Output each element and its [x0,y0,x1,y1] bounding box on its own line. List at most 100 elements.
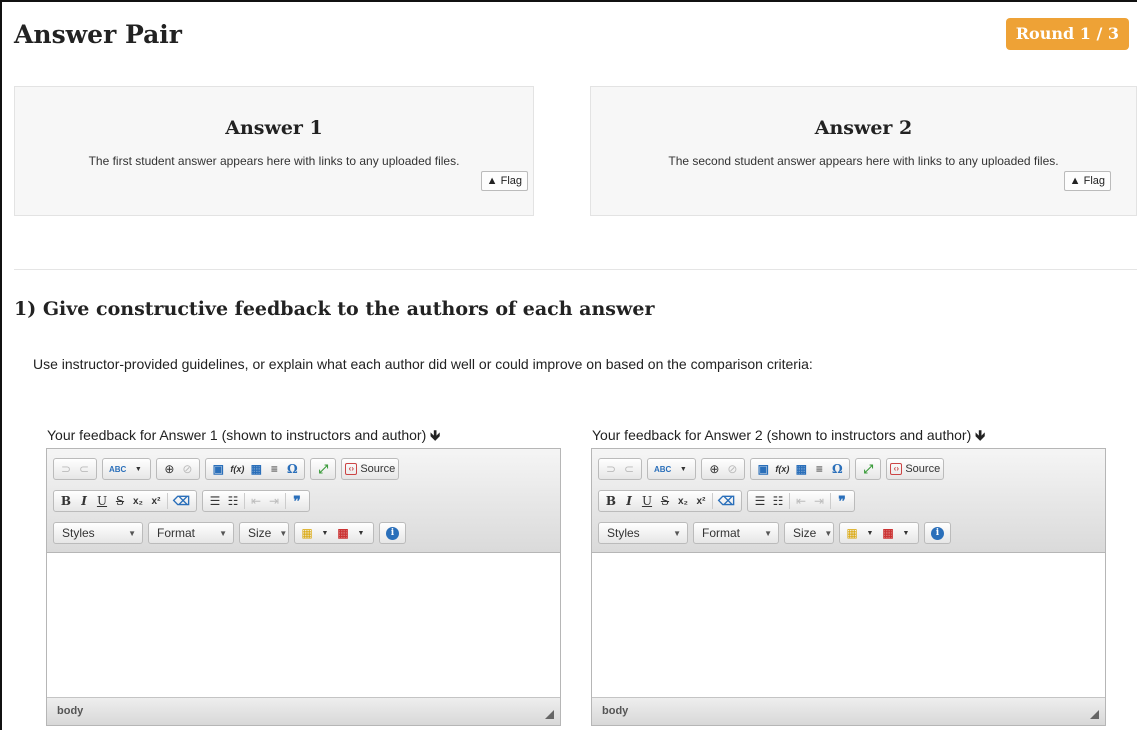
bold-button[interactable]: B [602,491,620,511]
format-label: Format [702,526,741,540]
toolbar-row-3: Styles ▼ Format ▼ Size ▼ ▦ ▼ ▦ ▼ i [53,521,411,545]
flag-answer-2-button[interactable]: ▲ Flag [1063,171,1111,191]
resize-handle-icon[interactable] [1090,710,1099,719]
toolbar-separator [712,493,713,509]
superscript-button[interactable]: x² [692,491,710,511]
blockquote-icon[interactable]: ❞ [288,491,306,511]
numbered-list-icon[interactable]: ☰ [206,491,224,511]
format-label: Format [157,526,196,540]
link-icon[interactable]: ⊕ [705,459,723,479]
toolbar-row-2: B I U S x₂ x² ⌫ ☰ ☷ ⇤ ⇥ ❞ [598,489,860,513]
format-dropdown[interactable]: Format ▼ [148,522,234,544]
size-dropdown[interactable]: Size ▼ [784,522,834,544]
background-color-icon[interactable]: ▦ [334,523,352,543]
chevron-down-icon[interactable]: ▼ [316,523,334,543]
about-button[interactable]: i [383,523,402,543]
format-dropdown[interactable]: Format ▼ [693,522,779,544]
table-icon[interactable]: ▦ [247,459,265,479]
spellcheck-icon[interactable]: ABC [651,459,674,479]
redo-icon[interactable]: ⊂ [620,459,638,479]
text-color-icon[interactable]: ▦ [298,523,316,543]
remove-format-icon[interactable]: ⌫ [170,491,193,511]
subscript-button[interactable]: x₂ [674,491,692,511]
feedback-2-editor: ⊃ ⊂ ABC ▼ ⊕ ⊘ ▣ f(x) ▦ ≡ Ω ⤢ ‹› Source B… [591,448,1106,726]
text-color-icon[interactable]: ▦ [843,523,861,543]
horizontal-rule-icon[interactable]: ≡ [810,459,828,479]
maximize-icon[interactable]: ⤢ [314,459,332,479]
answer-1-body: The first student answer appears here wi… [88,154,460,168]
italic-button[interactable]: I [75,491,93,511]
source-button[interactable]: ‹› Source [886,458,945,480]
flag-label: Flag [500,175,522,187]
toolbar-row-3: Styles ▼ Format ▼ Size ▼ ▦ ▼ ▦ ▼ i [598,521,956,545]
flag-label: Flag [1083,175,1105,187]
bulleted-list-icon[interactable]: ☷ [224,491,242,511]
subscript-button[interactable]: x₂ [129,491,147,511]
link-icon[interactable]: ⊕ [160,459,178,479]
chevron-down-icon[interactable]: ▼ [129,459,147,479]
numbered-list-icon[interactable]: ☰ [751,491,769,511]
basic-styles-group: B I U S x₂ x² ⌫ [53,490,197,512]
chevron-down-icon[interactable]: ▼ [352,523,370,543]
feedback-2-label: Your feedback for Answer 2 (shown to ins… [592,425,985,449]
undo-icon[interactable]: ⊃ [602,459,620,479]
bulleted-list-icon[interactable]: ☷ [769,491,787,511]
maximize-icon[interactable]: ⤢ [859,459,877,479]
formula-icon[interactable]: f(x) [227,459,247,479]
source-icon: ‹› [890,463,903,475]
underline-button[interactable]: U [93,491,111,511]
blockquote-icon[interactable]: ❞ [833,491,851,511]
feedback-1-textarea[interactable] [47,553,560,697]
feedback-1-label-text: Your feedback for Answer 1 (shown to ins… [47,427,427,443]
feedback-1-label: Your feedback for Answer 1 (shown to ins… [47,425,440,449]
styles-label: Styles [607,526,640,540]
chevron-down-icon: ▼ [764,528,772,538]
bold-button[interactable]: B [57,491,75,511]
styles-dropdown[interactable]: Styles ▼ [53,522,143,544]
remove-format-icon[interactable]: ⌫ [715,491,738,511]
chevron-down-icon: ▼ [128,528,136,538]
table-icon[interactable]: ▦ [792,459,810,479]
italic-button[interactable]: I [620,491,638,511]
chevron-down-icon[interactable]: ▼ [861,523,879,543]
undo-icon[interactable]: ⊃ [57,459,75,479]
chevron-down-icon[interactable]: ▼ [897,523,915,543]
indent-icon[interactable]: ⇥ [265,491,283,511]
spellcheck-icon[interactable]: ABC [106,459,129,479]
superscript-button[interactable]: x² [147,491,165,511]
size-dropdown[interactable]: Size ▼ [239,522,289,544]
chevron-down-icon[interactable]: ▼ [674,459,692,479]
image-icon[interactable]: ▣ [754,459,772,479]
underline-button[interactable]: U [638,491,656,511]
special-char-icon[interactable]: Ω [283,459,301,479]
strikethrough-button[interactable]: S [111,491,129,511]
chevron-down-icon: ▼ [824,528,833,538]
image-icon[interactable]: ▣ [209,459,227,479]
outdent-icon[interactable]: ⇤ [792,491,810,511]
toolbar-separator [243,493,245,509]
strikethrough-button[interactable]: S [656,491,674,511]
outdent-icon[interactable]: ⇤ [247,491,265,511]
flag-answer-1-button[interactable]: ▲ Flag [480,171,528,191]
unlink-icon[interactable]: ⊘ [723,459,741,479]
unlink-icon[interactable]: ⊘ [178,459,196,479]
formula-icon[interactable]: f(x) [772,459,792,479]
feedback-2-textarea[interactable] [592,553,1105,697]
section-instructions: Use instructor-provided guidelines, or e… [33,356,813,372]
element-path[interactable]: body [602,705,628,717]
warning-triangle-icon: ▲ [1069,175,1081,187]
source-label: Source [905,463,941,475]
redo-icon[interactable]: ⊂ [75,459,93,479]
resize-handle-icon[interactable] [545,710,554,719]
editor-toolbar: ⊃ ⊂ ABC ▼ ⊕ ⊘ ▣ f(x) ▦ ≡ Ω ⤢ ‹› Source B… [47,449,560,553]
indent-icon[interactable]: ⇥ [810,491,828,511]
special-char-icon[interactable]: Ω [828,459,846,479]
chevron-down-icon: ▼ [673,528,681,538]
about-button[interactable]: i [928,523,947,543]
element-path[interactable]: body [57,705,83,717]
horizontal-rule-icon[interactable]: ≡ [265,459,283,479]
source-button[interactable]: ‹› Source [341,458,400,480]
background-color-icon[interactable]: ▦ [879,523,897,543]
page-title: Answer Pair [14,20,182,49]
styles-dropdown[interactable]: Styles ▼ [598,522,688,544]
